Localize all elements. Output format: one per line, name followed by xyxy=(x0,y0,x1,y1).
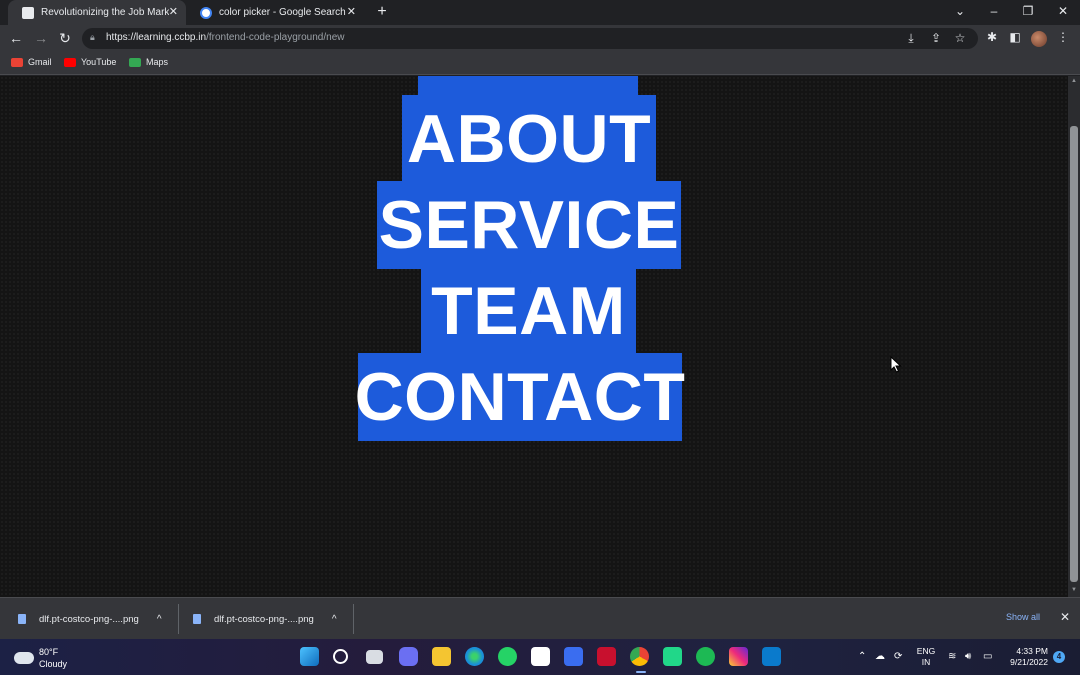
tab-job-market[interactable]: Revolutionizing the Job Market | ✕ xyxy=(8,0,186,25)
tab-strip: Revolutionizing the Job Market | ✕ color… xyxy=(0,0,1080,25)
lock-icon: 🔒︎ xyxy=(90,32,95,42)
forward-arrow-icon[interactable]: → xyxy=(33,30,49,46)
bookmark-label: Maps xyxy=(146,57,169,67)
active-indicator xyxy=(636,671,646,673)
download-item[interactable]: dlf.pt-costco-png-....png ^ xyxy=(193,598,337,640)
file-explorer-icon[interactable] xyxy=(432,647,451,666)
scroll-thumb[interactable] xyxy=(1070,126,1078,582)
clock[interactable]: 4:33 PM 9/21/2022 xyxy=(1002,646,1048,668)
bookmark-label: YouTube xyxy=(81,57,117,67)
bookmark-maps[interactable]: Maps xyxy=(129,57,168,67)
reload-icon[interactable]: ↻ xyxy=(57,30,73,46)
nav-item-about[interactable]: ABOUT xyxy=(402,95,656,183)
url-host: https://learning.ccbp.in xyxy=(106,32,207,43)
close-icon[interactable]: ✕ xyxy=(347,6,356,18)
page-viewport: ABOUT SERVICE TEAM CONTACT xyxy=(0,76,1068,597)
weather-temp: 80°F xyxy=(39,647,59,657)
teams-chat-icon[interactable] xyxy=(399,647,418,666)
bookmark-label: Gmail xyxy=(28,57,52,67)
window-close-icon[interactable]: ✕ xyxy=(1055,4,1071,18)
maps-icon xyxy=(129,57,141,67)
chrome-icon[interactable] xyxy=(630,647,649,666)
bookmark-gmail[interactable]: Gmail xyxy=(11,57,52,67)
install-icon[interactable]: ⤓ xyxy=(904,31,918,46)
vscode-icon[interactable] xyxy=(762,647,781,666)
chevron-up-icon[interactable]: ^ xyxy=(332,614,337,625)
share-icon[interactable]: ⇪ xyxy=(929,31,943,45)
gmail-icon xyxy=(11,57,23,67)
download-filename: dlf.pt-costco-png-....png xyxy=(39,613,139,625)
weather-widget[interactable]: 80°F Cloudy xyxy=(14,646,67,670)
pycharm-icon[interactable] xyxy=(663,647,682,666)
volume-icon[interactable]: 🔊︎ xyxy=(965,651,971,662)
download-item[interactable]: dlf.pt-costco-png-....png ^ xyxy=(18,598,162,640)
onedrive-icon[interactable]: ☁ xyxy=(875,651,885,662)
address-bar[interactable]: 🔒︎ https://learning.ccbp.in/frontend-cod… xyxy=(82,28,978,49)
file-icon xyxy=(193,614,201,624)
cloud-icon xyxy=(14,652,34,664)
mouse-cursor-icon xyxy=(890,356,902,373)
whatsapp-icon[interactable] xyxy=(498,647,517,666)
scroll-up-icon[interactable]: ▲ xyxy=(1068,78,1080,84)
bookmarks-bar: Gmail YouTube Maps xyxy=(0,52,1080,75)
lang-code: ENG xyxy=(916,646,936,656)
close-icon[interactable]: ✕ xyxy=(1060,610,1070,624)
scroll-down-icon[interactable]: ▼ xyxy=(1068,587,1080,593)
url-path: /frontend-code-playground/new xyxy=(206,32,345,43)
chevron-up-icon[interactable]: ^ xyxy=(157,614,162,625)
show-all-link[interactable]: Show all xyxy=(1006,612,1040,622)
start-icon[interactable] xyxy=(300,647,319,666)
url-text: https://learning.ccbp.in/frontend-code-p… xyxy=(106,32,345,43)
new-tab-button[interactable]: + xyxy=(374,3,390,21)
clock-time: 4:33 PM xyxy=(1016,646,1048,656)
tab-title: color picker - Google Search xyxy=(219,7,346,18)
spotify-icon[interactable] xyxy=(696,647,715,666)
wifi-icon[interactable]: ≋ xyxy=(948,651,956,662)
task-view-icon[interactable] xyxy=(366,650,383,664)
windows-taskbar: 80°F Cloudy ⌃ ☁ ⟳ ENG IN ≋ 🔊︎ ▭ 4:33 PM xyxy=(0,639,1080,675)
google-favicon-icon xyxy=(200,6,212,19)
browser-toolbar: ← → ↻ 🔒︎ https://learning.ccbp.in/fronte… xyxy=(0,25,1080,52)
battery-icon[interactable]: ▭ xyxy=(983,651,992,662)
tab-search-icon[interactable]: ⌄ xyxy=(952,4,968,18)
back-arrow-icon[interactable]: ← xyxy=(8,30,24,46)
language-indicator[interactable]: ENG IN xyxy=(915,646,937,668)
store-icon[interactable] xyxy=(531,647,550,666)
edge-icon[interactable] xyxy=(465,647,484,666)
profile-avatar[interactable] xyxy=(1031,31,1047,47)
notification-badge[interactable]: 4 xyxy=(1053,651,1065,663)
search-icon[interactable] xyxy=(333,649,348,664)
bookmark-youtube[interactable]: YouTube xyxy=(64,57,116,67)
instagram-icon[interactable] xyxy=(729,647,748,666)
ccbp-favicon-icon xyxy=(22,6,34,19)
close-icon[interactable]: ✕ xyxy=(169,6,178,18)
restore-icon[interactable]: ❐ xyxy=(1020,4,1036,18)
divider xyxy=(178,604,179,634)
mcafee-icon[interactable] xyxy=(597,647,616,666)
chevron-up-icon[interactable]: ⌃ xyxy=(858,651,866,662)
nav-item-service[interactable]: SERVICE xyxy=(377,181,681,269)
nav-item-team[interactable]: TEAM xyxy=(421,267,636,355)
page-scrollbar[interactable]: ▲ ▼ xyxy=(1068,76,1080,597)
tab-color-picker[interactable]: color picker - Google Search ✕ xyxy=(186,0,364,25)
tab-title: Revolutionizing the Job Market | xyxy=(41,7,169,18)
bookmark-star-icon[interactable]: ☆ xyxy=(953,31,967,45)
side-panel-icon[interactable]: ◧ xyxy=(1008,30,1022,44)
weather-desc: Cloudy xyxy=(39,659,68,669)
app-icon[interactable] xyxy=(564,647,583,666)
heading-remnant xyxy=(418,76,638,95)
download-shelf: dlf.pt-costco-png-....png ^ dlf.pt-costc… xyxy=(0,597,1080,639)
download-filename: dlf.pt-costco-png-....png xyxy=(214,613,314,625)
clock-date: 9/21/2022 xyxy=(1010,657,1048,667)
file-icon xyxy=(18,614,26,624)
extensions-icon[interactable]: ✱ xyxy=(985,30,999,44)
youtube-icon xyxy=(64,57,76,67)
region-code: IN xyxy=(921,657,931,667)
sync-icon[interactable]: ⟳ xyxy=(894,651,902,662)
screen: Revolutionizing the Job Market | ✕ color… xyxy=(0,0,1080,675)
nav-item-contact[interactable]: CONTACT xyxy=(355,353,685,441)
menu-dots-icon[interactable]: ⋮ xyxy=(1056,30,1070,44)
minimize-icon[interactable]: – xyxy=(986,4,1002,18)
divider xyxy=(353,604,354,634)
